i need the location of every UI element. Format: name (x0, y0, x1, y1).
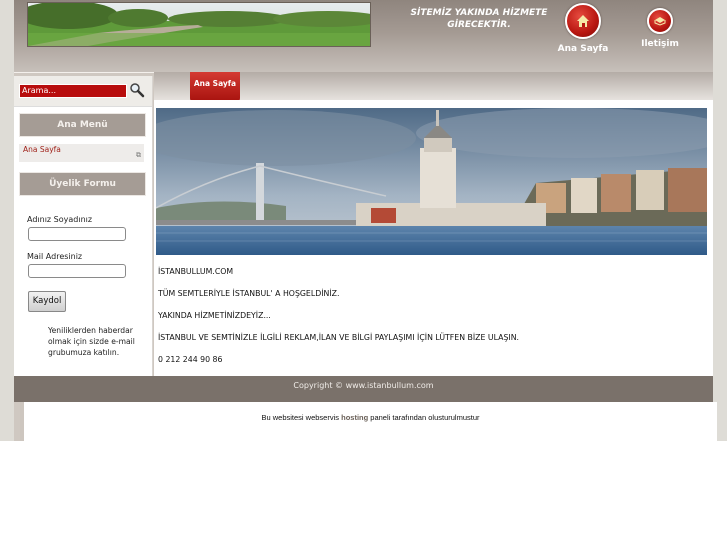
nav-home-button[interactable]: Ana Sayfa (555, 3, 611, 54)
membership-form-title: Üyelik Formu (19, 172, 146, 196)
search-icon[interactable] (129, 82, 145, 98)
credit-suffix: paneli tarafından olusturulmustur (368, 413, 480, 422)
footer-bar: Copyright © www.istanbullum.com (14, 376, 713, 402)
credit-prefix: Bu websitesi webservis (261, 413, 342, 422)
hero-image (156, 108, 707, 255)
credit-area: Bu websitesi webservis hosting paneli ta… (20, 402, 717, 441)
nav-contact-button[interactable]: Iletişim (638, 8, 682, 49)
nav-home-label: Ana Sayfa (557, 44, 609, 54)
register-button[interactable]: Kaydol (28, 291, 66, 312)
slogan-line-1: SİTEMİZ YAKINDA HİZMETE (410, 8, 548, 18)
site-name-text: İSTANBULLUM.COM (158, 267, 234, 276)
nav-contact-label: Iletişim (641, 39, 679, 49)
email-field[interactable] (28, 264, 126, 278)
slogan-line-2: GİRECEKTİR. (447, 20, 511, 30)
content-text: İSTANBULLUM.COM TÜM SEMTLERİYLE İSTANBUL… (158, 266, 698, 376)
sidebar: Ana Menü Ana Sayfa ⧉ Üyelik Formu Adınız… (14, 76, 152, 376)
main-content: İSTANBULLUM.COM TÜM SEMTLERİYLE İSTANBUL… (154, 100, 713, 376)
welcome-text: TÜM SEMTLERİYLE İSTANBUL' A HOŞGELDİNİZ. (158, 289, 340, 298)
home-icon (565, 3, 601, 39)
phone-number: 0 212 244 90 86 (158, 355, 223, 364)
copyright-text: Copyright © www.istanbullum.com (293, 381, 434, 390)
newsletter-line-2: olmak için sizde e-mail (48, 337, 135, 346)
search-input[interactable] (19, 84, 127, 98)
coming-soon-text: YAKINDA HİZMETİNİZDEYİZ... (158, 311, 271, 320)
main-menu-title: Ana Menü (19, 113, 146, 137)
menu-item-label: Ana Sayfa (23, 145, 61, 154)
email-label: Mail Adresiniz (27, 252, 83, 261)
sidebar-divider (152, 76, 153, 376)
external-link-icon: ⧉ (136, 151, 141, 159)
menu-item-home[interactable]: Ana Sayfa ⧉ (19, 144, 144, 162)
name-field[interactable] (28, 227, 126, 241)
newsletter-line-1: Yeniliklerden haberdar (48, 326, 133, 335)
header-banner-image (27, 2, 371, 47)
newsletter-line-3: grubumuza katılın. (48, 348, 120, 357)
header-slogan: SİTEMİZ YAKINDA HİZMETE GİRECEKTİR. (399, 7, 559, 31)
newsletter-text: Yeniliklerden haberdar olmak için sizde … (48, 325, 148, 358)
name-label: Adınız Soyadınız (27, 215, 93, 224)
site-header: SİTEMİZ YAKINDA HİZMETE GİRECEKTİR. Ana … (14, 0, 713, 73)
mail-icon (647, 8, 673, 34)
hosting-link[interactable]: hosting (341, 413, 368, 422)
credit-text: Bu websitesi webservis hosting paneli ta… (24, 413, 717, 422)
tab-bar: Ana Sayfa (154, 72, 713, 104)
contact-request-text: İSTANBUL VE SEMTİNİZLE İLGİLİ REKLAM,İLA… (158, 333, 520, 342)
search-box (14, 76, 152, 107)
